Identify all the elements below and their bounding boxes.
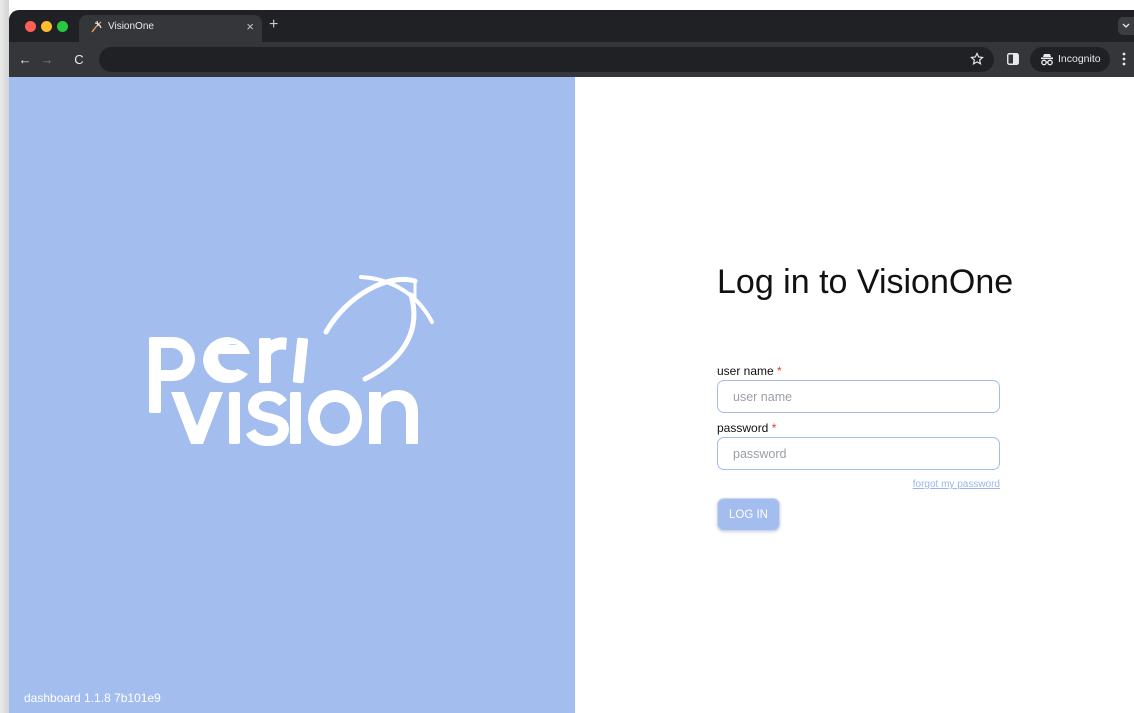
required-mark: * — [771, 421, 777, 435]
brand-panel: dashboard 1.1.8 7b101e9 — [9, 77, 575, 713]
version-label: dashboard 1.1.8 7b101e9 — [24, 691, 161, 705]
incognito-indicator[interactable]: Incognito — [1030, 47, 1110, 72]
side-panel-icon[interactable] — [1007, 53, 1019, 65]
minimize-window-button[interactable] — [41, 21, 52, 32]
username-input[interactable] — [717, 380, 1000, 413]
required-mark: * — [777, 364, 782, 378]
tab-search-icon[interactable] — [1118, 17, 1134, 35]
maximize-window-button[interactable] — [57, 21, 68, 32]
reload-icon[interactable]: C — [69, 42, 89, 77]
close-window-button[interactable] — [25, 21, 36, 32]
page-title: Log in to VisionOne — [717, 263, 1014, 301]
window-edge — [0, 0, 9, 713]
new-tab-icon[interactable]: + — [269, 15, 278, 35]
tab-title: VisionOne — [108, 21, 154, 32]
forgot-password-link[interactable]: forgot my password — [717, 479, 1000, 490]
browser-window: VisionOne × + ← → C Incognito dashboard … — [0, 0, 1134, 713]
close-icon[interactable]: × — [246, 18, 254, 36]
back-icon[interactable]: ← — [15, 42, 35, 77]
username-label-text: user name — [717, 364, 774, 378]
login-panel: Log in to VisionOne user name * password… — [575, 77, 1134, 713]
incognito-icon — [1041, 54, 1053, 66]
favicon-icon — [91, 20, 102, 33]
menu-icon[interactable] — [1122, 51, 1126, 67]
incognito-label: Incognito — [1058, 53, 1101, 65]
perivision-logo — [149, 275, 434, 446]
address-bar[interactable] — [99, 47, 994, 72]
forward-icon[interactable]: → — [37, 42, 57, 77]
password-label-text: password — [717, 421, 769, 435]
star-icon[interactable] — [970, 52, 984, 66]
tab-strip: VisionOne × + — [9, 10, 1134, 42]
tab-visionone[interactable]: VisionOne × — [79, 15, 262, 42]
password-label: password * — [717, 421, 776, 435]
login-button[interactable]: LOG IN — [717, 498, 780, 531]
username-label: user name * — [717, 364, 782, 378]
password-input[interactable] — [717, 437, 1000, 470]
browser-toolbar: ← → C Incognito — [9, 42, 1134, 77]
